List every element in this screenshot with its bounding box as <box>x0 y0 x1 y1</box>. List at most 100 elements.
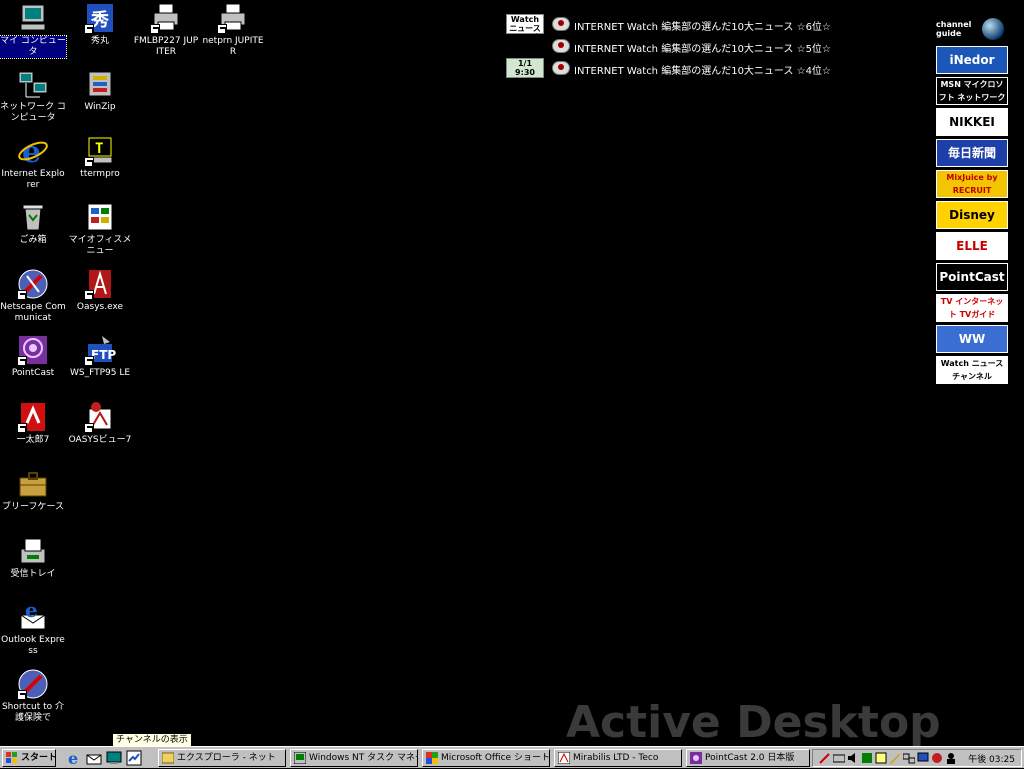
desktop-icon-label: ネットワーク コンピュータ <box>0 102 66 123</box>
channel-button[interactable]: Disney <box>936 201 1008 229</box>
pen-icon[interactable] <box>819 752 831 764</box>
channel-button[interactable]: Watch ニュースチャンネル <box>936 356 1008 384</box>
active-desktop-watermark: Active Desktop <box>566 697 941 748</box>
desktop-icon-recycle-bin[interactable]: ごみ箱 <box>0 201 66 246</box>
desktop-icon-ttermpro[interactable]: T ttermpro <box>67 135 133 180</box>
channel-button[interactable]: TV インターネット TVガイド <box>936 294 1008 322</box>
channel-label: PointCast <box>939 270 1005 284</box>
desktop-icon-label: ブリーフケース <box>1 502 64 512</box>
status-green-icon[interactable] <box>861 752 873 764</box>
task-manager-icon <box>293 751 307 765</box>
keyboard-icon[interactable] <box>832 752 846 764</box>
watch-channel-badge: Watch ニュース チャンネル <box>506 14 544 51</box>
desktop-icon-label: マイ コンピュータ <box>0 35 67 59</box>
outlook-express-icon[interactable] <box>86 750 102 766</box>
desktop-icon-printer-fmlbp[interactable]: FMLBP227 JUPITER <box>133 2 199 58</box>
svg-text:FTP: FTP <box>91 348 116 362</box>
desktop-icon-ichitaro[interactable]: 一太郎7 <box>0 401 66 446</box>
internet-explorer-icon: e <box>17 135 49 170</box>
ticker-item-text: INTERNET Watch 編集部の選んだ10大ニュース ☆4位☆ <box>574 66 831 77</box>
internet-explorer-icon[interactable]: e <box>66 749 82 768</box>
desktop-icon-oasys[interactable]: Oasys.exe <box>67 268 133 313</box>
channel-button[interactable]: MSN マイクロソフト ネットワーク <box>936 77 1008 105</box>
desktop-icon-inbox[interactable]: 受信トレイ <box>0 535 66 580</box>
desktop-icon-label: マイオフィスメニュー <box>68 235 132 256</box>
monitor-icon[interactable] <box>917 752 929 764</box>
date-badge: 1/1 9:30 <box>506 58 544 78</box>
channel-label: MixJuice by RECRUIT <box>946 173 998 195</box>
desktop-icon-outlook-express[interactable]: e Outlook Express <box>0 598 66 657</box>
printer-icon <box>150 2 182 34</box>
desktop-icon-label: WS_FTP95 LE <box>69 368 131 378</box>
desktop-icon-label: PointCast <box>11 368 55 378</box>
channel-label: Disney <box>949 208 995 222</box>
taskbar-button-explorer[interactable]: エクスプローラ - ネット <box>158 749 286 767</box>
ticker-item-text: INTERNET Watch 編集部の選んだ10大ニュース ☆5位☆ <box>574 44 831 55</box>
desktop-icon-printer-netprn[interactable]: netprn JUPITER <box>200 2 266 58</box>
desktop-icon-label: Netscape Communicat <box>0 302 66 323</box>
channel-label: 毎日新聞 <box>947 146 996 160</box>
desktop-icon-internet-explorer[interactable]: e Internet Explorer <box>0 135 66 191</box>
desktop-icon-label: ごみ箱 <box>19 235 47 245</box>
desktop-icon-my-computer[interactable]: マイ コンピュータ <box>0 2 67 59</box>
channel-guide-label: channel guide <box>936 20 972 38</box>
start-label: スタート <box>21 753 56 763</box>
desktop-icon-label: FMLBP227 JUPITER <box>133 36 199 57</box>
desktop-icon-pointcast[interactable]: PointCast <box>0 334 66 379</box>
channel-button[interactable]: NIKKEI NEWS <box>936 108 1008 136</box>
desktop-icon-winzip[interactable]: WinZip <box>67 68 133 113</box>
user-icon[interactable] <box>945 752 957 764</box>
channel-button[interactable]: MixJuice by RECRUIT <box>936 170 1008 198</box>
network-icon[interactable] <box>902 752 916 764</box>
desktop-icon-shortcut[interactable]: Shortcut to 介護保険で <box>0 668 66 724</box>
ticker-item[interactable]: Watch ニュース チャンネル INTERNET Watch 編集部の選んだ1… <box>506 14 846 51</box>
desktop-icon-network-computer[interactable]: ネットワーク コンピュータ <box>0 68 66 124</box>
channel-label: TV インターネット TVガイド <box>940 297 1004 319</box>
channel-button[interactable]: WW Weather <box>936 325 1008 353</box>
pencil-icon[interactable] <box>889 752 901 764</box>
channel-list: iNedor PACK MSN マイクロソフト ネットワーク NIKKEI NEWS… <box>936 46 1008 384</box>
desktop-icon-ws-ftp[interactable]: FTP WS_FTP95 LE <box>67 334 133 379</box>
desktop-icon-label: 一太郎7 <box>16 435 50 445</box>
taskbar-button-mirabilis[interactable]: Mirabilis LTD - Teco <box>554 749 682 767</box>
channel-button[interactable]: PointCast <box>936 263 1008 291</box>
desktop-icon-briefcase[interactable]: ブリーフケース <box>0 468 66 513</box>
volume-icon[interactable] <box>847 752 859 764</box>
channel-button[interactable]: ELLE <box>936 232 1008 260</box>
explorer-icon <box>161 752 175 764</box>
tooltip: チャンネルの表示 <box>112 733 192 747</box>
pointcast-icon <box>17 334 49 366</box>
shortcut-icon <box>17 668 49 700</box>
desktop-icon-my-office-menu[interactable]: マイオフィスメニュー <box>67 201 133 257</box>
ichitaro-icon <box>17 401 49 433</box>
taskbar-button-office-shortcut[interactable]: Microsoft Office ショート <box>422 749 550 767</box>
taskbar-button-pointcast[interactable]: PointCast 2.0 日本版 <box>686 749 810 767</box>
my-office-menu-icon <box>84 201 116 233</box>
eye-icon <box>552 61 570 75</box>
clock: 午後 03:25 <box>968 755 1015 765</box>
ticker-item[interactable]: INTERNET Watch 編集部の選んだ10大ニュース ☆5位☆ <box>506 36 846 58</box>
desktop-icon-oasys-viewer[interactable]: OASYSビュー7 <box>67 401 133 446</box>
channel-guide-button[interactable]: channel guide <box>936 16 1008 46</box>
desktop-icon-netscape[interactable]: Netscape Communicat <box>0 268 66 324</box>
channel-label: NIKKEI NEWS <box>949 115 995 129</box>
taskbar-button-label: Mirabilis LTD - Teco <box>573 753 659 763</box>
start-button[interactable]: スタート <box>2 749 56 767</box>
ticker-item-text: INTERNET Watch 編集部の選んだ10大ニュース ☆6位☆ <box>574 22 831 33</box>
eye-icon <box>552 17 570 31</box>
taskbar-button-task-manager[interactable]: Windows NT タスク マネー <box>290 749 418 767</box>
taskbar-button-label: Windows NT タスク マネー <box>309 753 418 763</box>
view-channels-icon[interactable] <box>126 750 142 766</box>
note-icon[interactable] <box>875 752 887 764</box>
svg-text:T: T <box>95 141 103 157</box>
desktop-icon-hidemaru[interactable]: 秀 秀丸 <box>67 2 133 47</box>
show-desktop-icon[interactable] <box>106 750 122 766</box>
svg-text:e: e <box>68 750 78 766</box>
channel-button[interactable]: 毎日新聞 <box>936 139 1008 167</box>
taskbar-button-label: Microsoft Office ショート <box>441 753 550 763</box>
winzip-icon <box>84 68 116 100</box>
ticker-item[interactable]: 1/1 9:30 INTERNET Watch 編集部の選んだ10大ニュース ☆… <box>506 58 846 80</box>
channel-button[interactable]: iNedor PACK <box>936 46 1008 74</box>
ime-icon[interactable] <box>931 752 943 764</box>
taskbar-button-label: エクスプローラ - ネット <box>177 753 276 763</box>
